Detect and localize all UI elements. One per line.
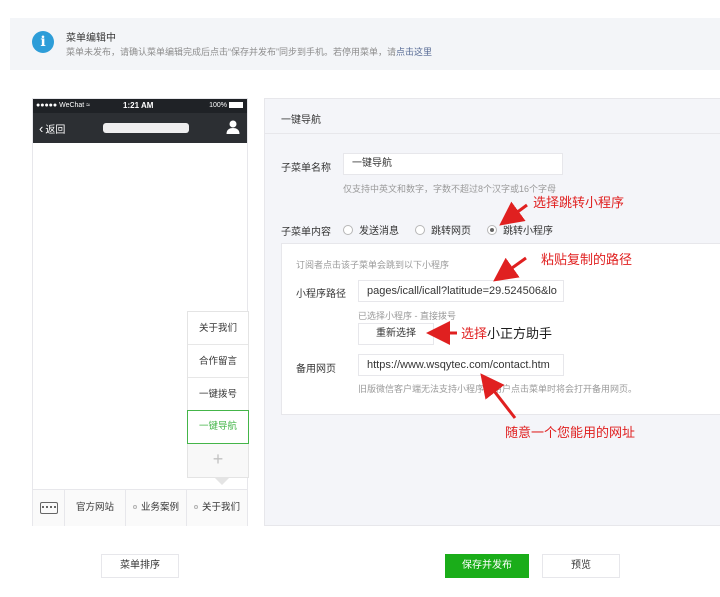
menu-name-input[interactable]: 一键导航 [343,153,563,175]
status-carrier: ●●●●● WeChat ≈ [36,102,91,109]
panel-title: 一键导航 [281,115,321,126]
status-time: 1:21 AM [123,101,154,110]
redacted-account-name [103,123,189,133]
battery-icon [229,102,243,108]
status-bar: ●●●●● WeChat ≈ 1:21 AM 100% [33,99,247,113]
radio-label: 发送消息 [359,226,399,237]
submenu-item-call[interactable]: 一键拨号 [188,378,248,411]
miniprogram-path-input[interactable]: pages/icall/icall?latitude=29.524506&lo [358,280,564,302]
menu-item-about[interactable]: 关于我们 [187,490,247,526]
menu-item-cases[interactable]: 业务案例 [126,490,187,526]
menu-item-website[interactable]: 官方网站 [65,490,126,526]
save-publish-button[interactable]: 保存并发布 [445,554,529,578]
submenu-item-about[interactable]: 关于我们 [188,312,248,345]
menu-item-label: 业务案例 [140,502,179,513]
annotation-select-miniprogram: 选择跳转小程序 [533,195,625,210]
info-icon: i [32,31,54,53]
submenu-item-navigation[interactable]: 一键导航 [187,410,249,444]
back-label: 返回 [45,125,66,136]
radio-open-miniprogram[interactable]: 跳转小程序 [487,222,553,237]
annotation-choose-prefix: 选择 [461,326,488,341]
chevron-left-icon: ‹ [39,121,44,136]
radio-circle-checked [487,224,497,235]
user-profile-icon[interactable] [225,119,241,135]
menu-item-label: 官方网站 [75,502,114,513]
back-button[interactable]: ‹ 返回 [39,121,65,136]
disable-menu-link[interactable]: 点击这里 [396,47,432,57]
notice-description: 菜单未发布，请确认菜单编辑完成后点击“保存并发布”同步到手机。若停用菜单，请点击… [66,45,432,58]
submenu-dot-icon [193,505,198,509]
radio-open-webpage[interactable]: 跳转网页 [415,222,471,237]
radio-circle [343,224,353,235]
backup-webpage-hint: 旧版微信客户端无法支持小程序，用户点击菜单时将会打开备用网页。 [358,384,638,394]
keyboard-toggle[interactable] [33,490,65,526]
menu-content-label: 子菜单内容 [281,227,331,238]
reselect-button[interactable]: 重新选择 [358,323,434,345]
phone-menu-bar: 官方网站 业务案例 关于我们 [33,489,247,526]
radio-circle [415,224,425,235]
notice-description-text: 菜单未发布，请确认菜单编辑完成后点击“保存并发布”同步到手机。若停用菜单，请 [66,47,396,57]
selected-miniprogram-hint: 已选择小程序 - 直接拨号 [358,311,456,321]
radio-label: 跳转小程序 [503,226,553,237]
annotation-choose-name: 小正方助手 [487,326,553,341]
miniprogram-path-label: 小程序路径 [296,289,346,300]
panel-divider [265,133,720,134]
backup-webpage-input[interactable]: https://www.wsqytec.com/contact.htm [358,354,564,376]
menu-name-label: 子菜单名称 [281,163,331,174]
submenu-dot-icon [132,505,137,509]
submenu-item-message[interactable]: 合作留言 [188,345,248,378]
radio-send-message[interactable]: 发送消息 [343,222,399,237]
content-type-radios: 发送消息 跳转网页 跳转小程序 [343,222,569,237]
preview-button[interactable]: 预览 [542,554,620,578]
menu-item-label: 关于我们 [201,502,240,513]
submenu-caret [214,477,230,485]
radio-label: 跳转网页 [431,226,471,237]
notice-title: 菜单编辑中 [66,33,116,44]
submenu-popup: 关于我们 合作留言 一键拨号 一键导航 + [187,311,249,485]
edit-notice: i 菜单编辑中 菜单未发布，请确认菜单编辑完成后点击“保存并发布”同步到手机。若… [10,18,720,70]
menu-name-hint: 仅支持中英文和数字，字数不超过8个汉字或16个字母 [343,184,557,194]
phone-navbar: ‹ 返回 [33,113,247,143]
backup-webpage-label: 备用网页 [296,364,336,375]
annotation-any-url: 随意一个您能用的网址 [505,425,636,440]
annotation-choose: 选择小正方助手 [461,323,552,342]
annotation-paste-path: 粘贴复制的路径 [541,252,633,267]
add-submenu-button[interactable]: + [188,443,248,477]
status-battery: 100% [209,102,243,109]
menu-settings-panel: 一键导航 子菜单名称 一键导航 仅支持中英文和数字，字数不超过8个汉字或16个字… [264,98,720,526]
keyboard-icon [40,502,58,514]
battery-text: 100% [209,102,227,109]
miniprogram-hint: 订阅者点击该子菜单会跳到以下小程序 [296,260,450,270]
menu-sort-button[interactable]: 菜单排序 [101,554,179,578]
phone-preview: ●●●●● WeChat ≈ 1:21 AM 100% ‹ 返回 关于我们 合作留… [32,98,249,526]
